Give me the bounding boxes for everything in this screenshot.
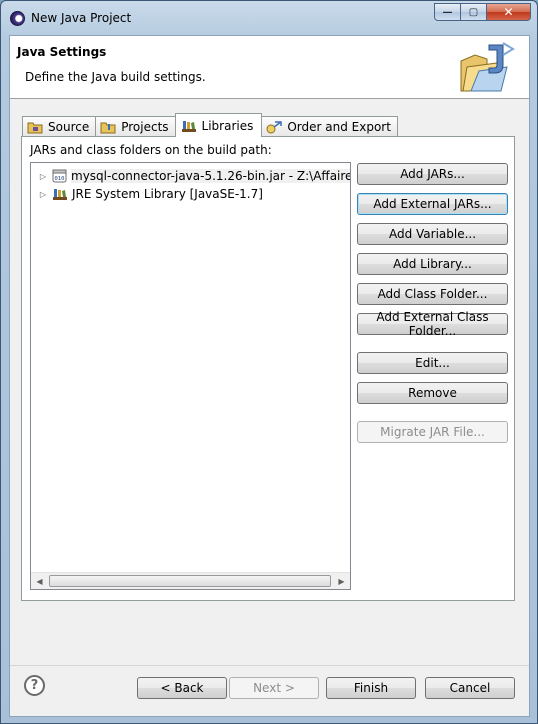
next-button[interactable]: Next > xyxy=(229,677,319,699)
tree-item-jre-system-library[interactable]: ▷ JRE System Library [JavaSE-1.7] xyxy=(31,185,263,203)
tab-projects[interactable]: Projects xyxy=(95,116,176,137)
title-bar[interactable]: New Java Project — ▢ ✕ xyxy=(1,1,537,35)
libraries-icon xyxy=(181,120,196,132)
scroll-right-icon[interactable]: ▶ xyxy=(333,573,350,589)
tab-source-label: Source xyxy=(48,120,90,134)
tab-strip: Source Projects Libraries Order and Expo… xyxy=(22,113,398,137)
add-external-class-folder-button[interactable]: Add External Class Folder... xyxy=(357,310,508,338)
order-export-icon xyxy=(266,121,283,134)
add-class-folder-button[interactable]: Add Class Folder... xyxy=(357,283,508,305)
scrollbar-thumb[interactable] xyxy=(49,575,331,587)
help-icon[interactable]: ? xyxy=(24,675,45,696)
tab-libraries-label: Libraries xyxy=(201,118,254,133)
button-bar-separator xyxy=(10,665,529,666)
tab-order-and-export-label: Order and Export xyxy=(287,120,391,134)
add-variable-button[interactable]: Add Variable... xyxy=(357,223,508,245)
page-description: Define the Java build settings. xyxy=(25,70,206,84)
java-project-wizard-icon xyxy=(460,42,515,92)
minimize-button[interactable]: — xyxy=(434,3,461,21)
finish-button[interactable]: Finish xyxy=(326,677,416,699)
tab-folder: Source Projects Libraries Order and Expo… xyxy=(21,113,515,601)
build-path-tree[interactable]: ▷ 010 mysql-connector-java-5.1.26-bin.ja… xyxy=(30,162,351,590)
horizontal-scrollbar[interactable]: ◀ ▶ xyxy=(31,572,350,589)
tree-item-label: mysql-connector-java-5.1.26-bin.jar - Z:… xyxy=(71,169,350,183)
remove-button[interactable]: Remove xyxy=(357,382,508,404)
caption-buttons: — ▢ ✕ xyxy=(434,3,531,21)
scroll-left-icon[interactable]: ◀ xyxy=(31,573,48,589)
svg-text:010: 010 xyxy=(55,176,65,182)
cancel-button[interactable]: Cancel xyxy=(425,677,515,699)
window-title: New Java Project xyxy=(31,11,132,25)
projects-icon xyxy=(100,122,116,134)
tab-source[interactable]: Source xyxy=(22,116,97,137)
jre-library-icon xyxy=(52,187,68,201)
tab-libraries[interactable]: Libraries xyxy=(174,113,263,137)
eclipse-icon xyxy=(10,11,25,26)
libraries-panel: JARs and class folders on the build path… xyxy=(21,136,515,601)
back-button[interactable]: < Back xyxy=(137,677,227,699)
maximize-button[interactable]: ▢ xyxy=(461,3,487,21)
add-external-jars-button[interactable]: Add External JARs... xyxy=(357,193,508,215)
wizard-header: Java Settings Define the Java build sett… xyxy=(10,36,529,99)
tab-projects-label: Projects xyxy=(121,120,169,134)
close-button[interactable]: ✕ xyxy=(487,3,531,21)
add-jars-button[interactable]: Add JARs... xyxy=(357,163,508,185)
new-java-project-window: New Java Project — ▢ ✕ Java Settings Def… xyxy=(0,0,538,724)
page-title: Java Settings xyxy=(17,45,107,59)
migrate-jar-file-button[interactable]: Migrate JAR File... xyxy=(357,421,508,443)
build-path-label: JARs and class folders on the build path… xyxy=(30,143,272,157)
expand-arrow-icon[interactable]: ▷ xyxy=(36,172,50,181)
edit-button[interactable]: Edit... xyxy=(357,352,508,374)
source-folder-icon xyxy=(27,122,43,134)
jar-file-icon: 010 xyxy=(52,169,67,183)
tree-item-label: JRE System Library [JavaSE-1.7] xyxy=(72,187,263,201)
add-library-button[interactable]: Add Library... xyxy=(357,253,508,275)
tree-item-mysql-connector-jar[interactable]: ▷ 010 mysql-connector-java-5.1.26-bin.ja… xyxy=(31,167,350,185)
tab-order-and-export[interactable]: Order and Export xyxy=(261,116,398,137)
expand-arrow-icon[interactable]: ▷ xyxy=(36,190,50,199)
dialog-client-area: Java Settings Define the Java build sett… xyxy=(9,35,530,717)
